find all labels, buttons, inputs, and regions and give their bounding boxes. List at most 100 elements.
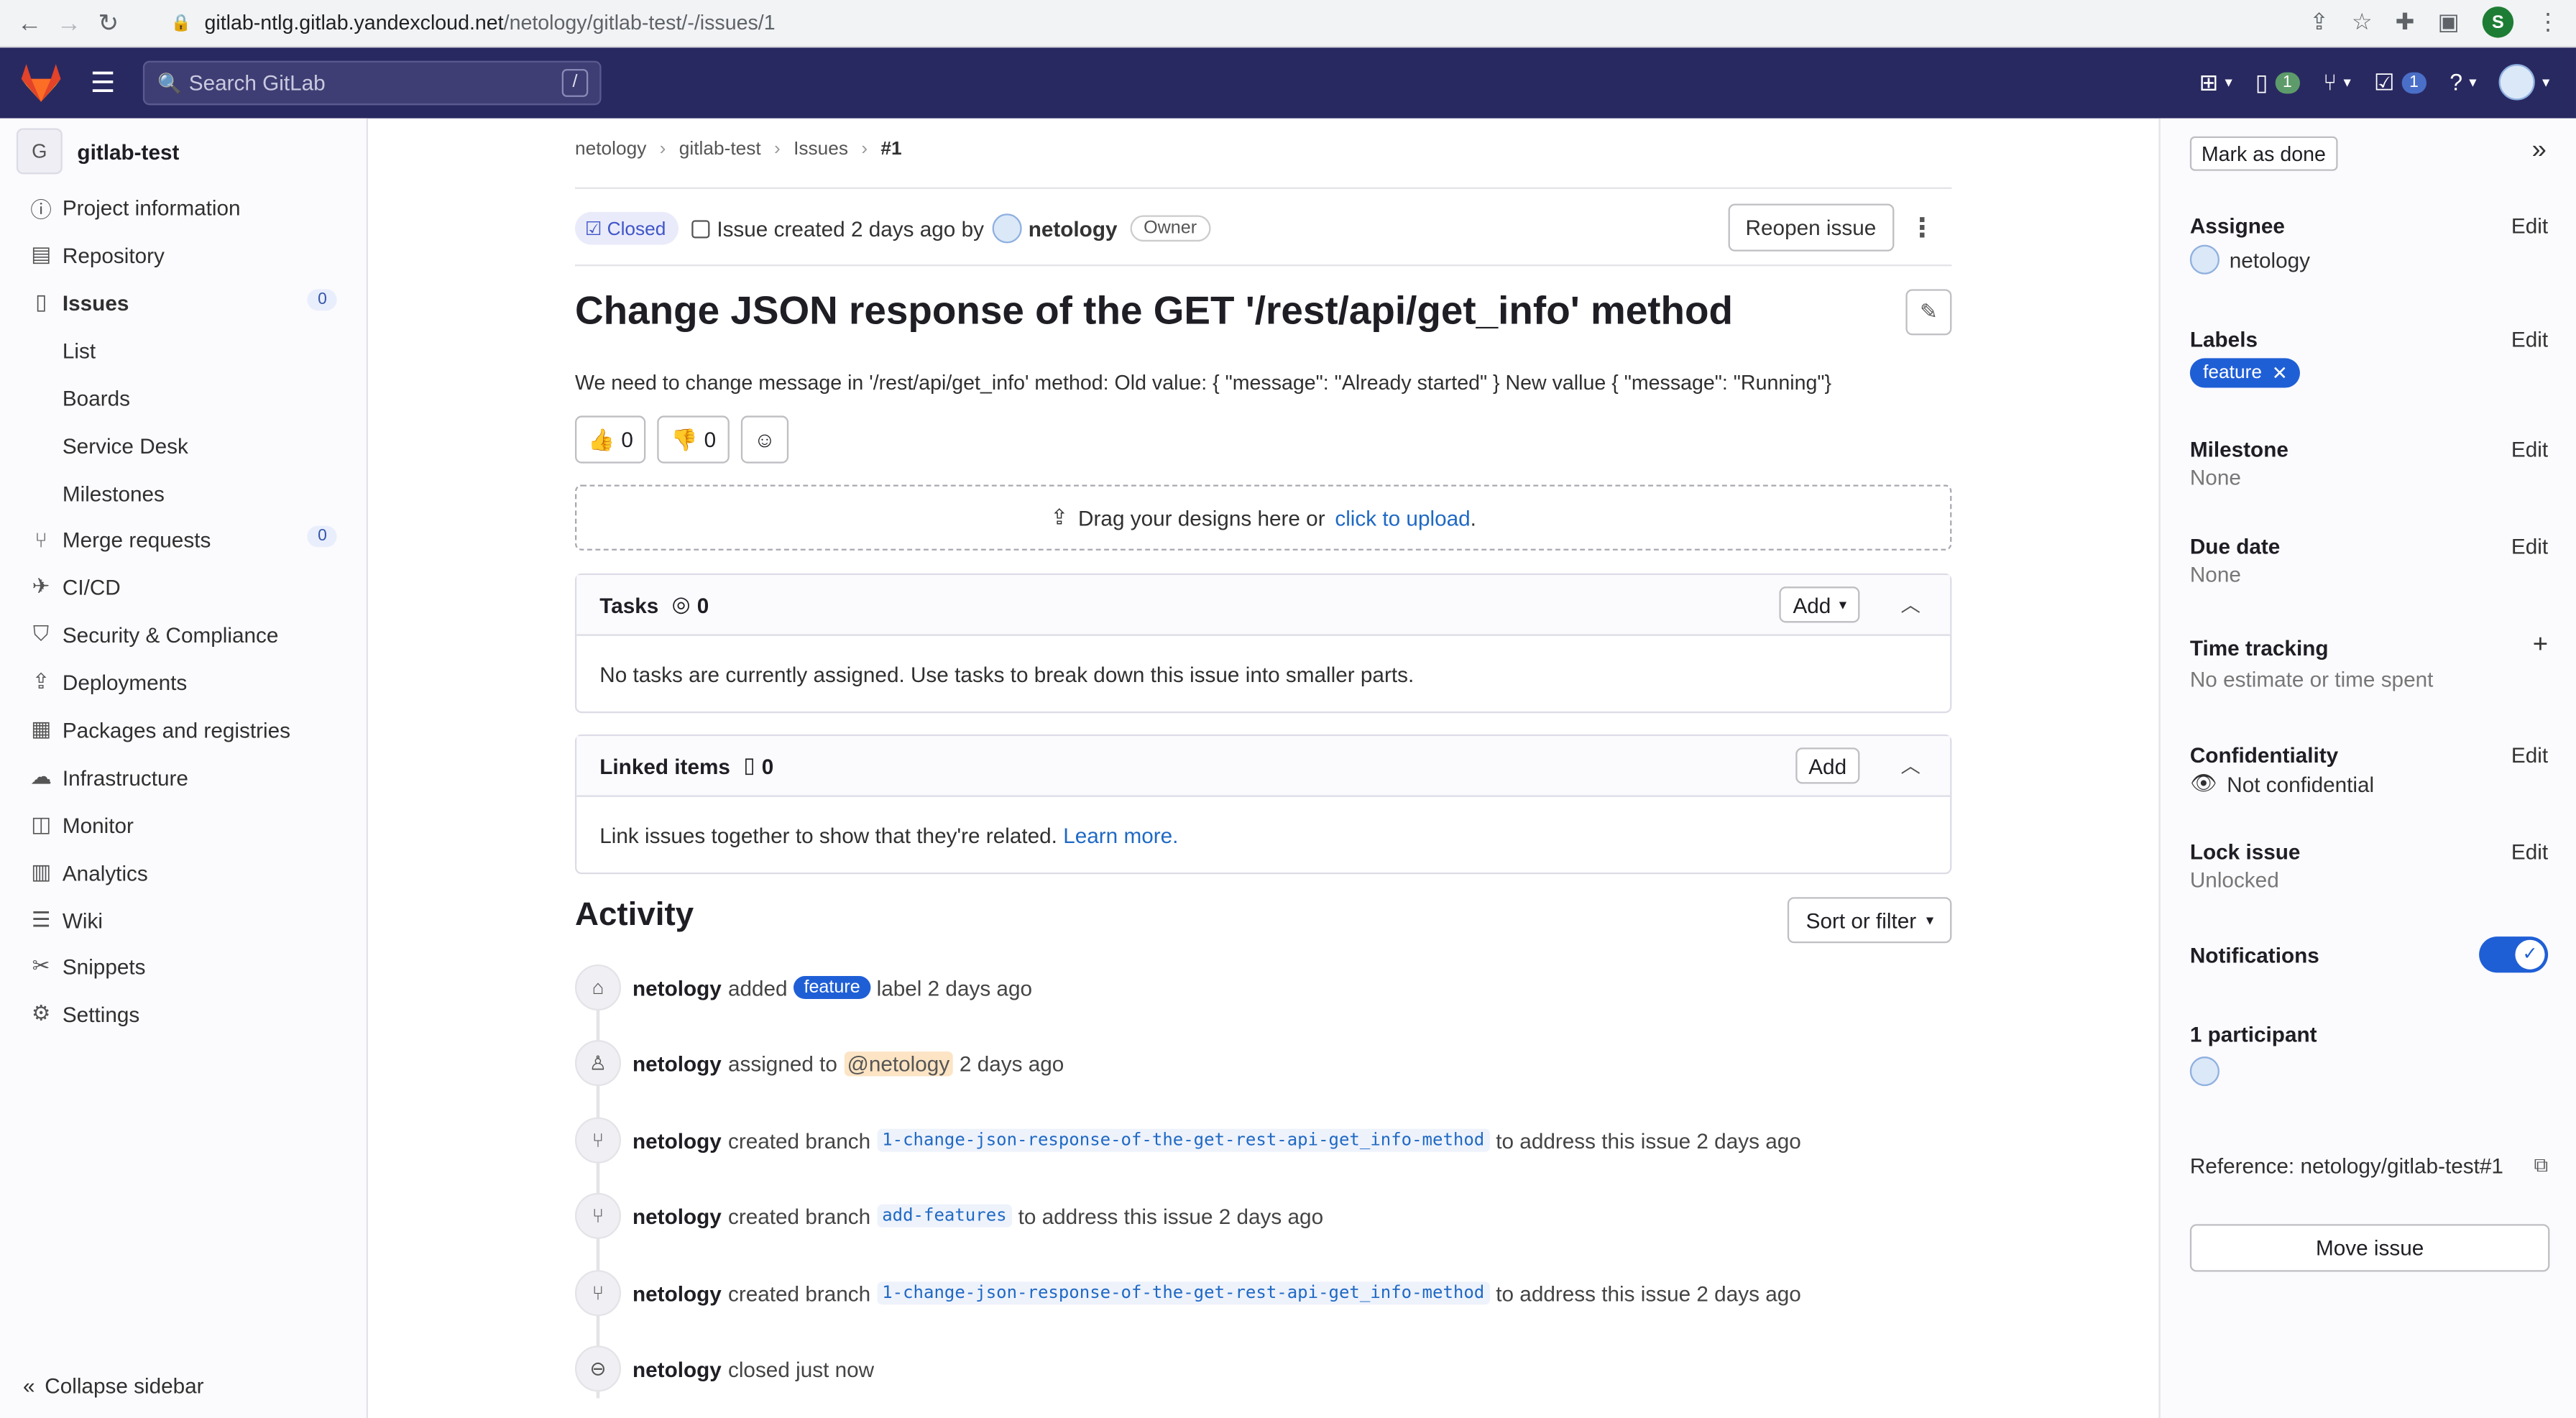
help-nav-button[interactable]: ? ▾ [2450,69,2476,96]
sidebar-item-settings[interactable]: ⚙ Settings [0,991,367,1037]
profile-avatar[interactable]: S [2482,6,2514,38]
activity-user[interactable]: netology [632,1356,722,1381]
hamburger-icon[interactable]: ☰ [91,68,116,101]
sidebar-item-milestones[interactable]: Milestones [0,470,367,516]
star-icon[interactable]: ☆ [2352,8,2373,36]
linked-items-card: Linked items ▯ 0 Add ︿ Link issues togeth… [574,734,1952,875]
sidebar-item-repository[interactable]: ▤ Repository [0,231,367,277]
create-new-button[interactable]: ⊞ ▾ [2199,68,2232,96]
user-mention[interactable]: @netology [844,1051,953,1076]
merge-requests-nav-button[interactable]: ⑂ ▾ [2323,69,2351,96]
mark-as-done-button[interactable]: Mark as done [2189,136,2337,171]
learn-more-link[interactable]: Learn more. [1063,822,1178,847]
edit-due-date-button[interactable]: Edit [2511,534,2548,558]
participant-avatar[interactable] [2189,1056,2220,1087]
branch-link[interactable]: 1-change-json-response-of-the-get-rest-a… [877,1281,1490,1305]
edit-confidentiality-button[interactable]: Edit [2511,742,2548,767]
edit-milestone-button[interactable]: Edit [2511,437,2548,461]
sidebar-item-monitor[interactable]: ◫ Monitor [0,802,367,848]
issues-nav-button[interactable]: ▯ 1 [2255,68,2301,96]
sidepanel-icon[interactable]: ▣ [2437,8,2459,36]
reopen-issue-button[interactable]: Reopen issue [1727,203,1895,252]
notifications-toggle[interactable] [2479,936,2549,973]
sort-filter-label: Sort or filter [1806,908,1917,933]
activity-user[interactable]: netology [632,1128,722,1152]
sidebar-item-ci-cd[interactable]: ✈ CI/CD [0,563,367,609]
sidebar-item-label: Issues [62,290,129,315]
extensions-icon[interactable]: ✚ [2396,8,2415,36]
breadcrumb-item[interactable]: Issues [794,139,848,159]
label-pill[interactable]: feature [794,976,870,1000]
breadcrumb-item[interactable]: gitlab-test [679,139,761,159]
todos-nav-button[interactable]: ☑ 1 [2374,68,2427,96]
deploy-icon: ⇪ [32,668,50,694]
sidebar-item-infrastructure[interactable]: ☁ Infrastructure [0,754,367,800]
sidebar-item-snippets[interactable]: ✂ Snippets [0,943,367,989]
add-time-icon[interactable]: + [2533,631,2548,660]
thumbs-up-button[interactable]: 👍 0 [574,415,647,464]
issue-status-row: ☑ Closed Issue created 2 days ago by net… [574,203,1951,253]
issues-count: 1 [2274,71,2301,93]
activity-user[interactable]: netology [632,1204,722,1228]
author-name[interactable]: netology [1029,216,1118,241]
sidebar-item-service-desk[interactable]: Service Desk [0,423,367,469]
add-linked-item-button[interactable]: Add [1795,747,1860,784]
collapse-sidebar-button[interactable]: « Collapse sidebar [23,1373,204,1398]
reload-icon[interactable]: ↻ [88,8,128,38]
sidebar-item-list[interactable]: List [0,327,367,373]
label-pill[interactable]: feature ✕ [2189,358,2301,388]
sidebar-item-security-compliance[interactable]: ⛉ Security & Compliance [0,611,367,657]
add-task-button[interactable]: Add ▾ [1780,586,1860,623]
breadcrumb-current[interactable]: #1 [880,139,901,159]
sort-filter-button[interactable]: Sort or filter ▾ [1788,897,1952,944]
edit-assignee-button[interactable]: Edit [2511,213,2548,238]
tag-icon: ⌂ [574,964,621,1011]
sidebar-item-issues[interactable]: ▯ Issues 0 [0,280,367,326]
gitlab-logo-icon[interactable] [19,63,62,103]
assignee-value[interactable]: netology [2189,244,2548,275]
copy-icon[interactable]: ⧉ [2534,1154,2549,1178]
search-input[interactable]: 🔍 Search GitLab / [142,60,602,106]
sidebar-item-deployments[interactable]: ⇪ Deployments [0,659,367,705]
forward-icon[interactable]: → [50,9,89,37]
author-avatar[interactable] [992,213,1022,244]
edit-labels-button[interactable]: Edit [2511,327,2548,351]
collapse-linked-icon[interactable]: ︿ [1901,751,1920,779]
more-actions-icon[interactable]: ⋮ [1909,212,1936,245]
upload-link[interactable]: click to upload. [1335,505,1476,530]
sidebar-item-packages-and-registries[interactable]: ▦ Packages and registries [0,706,367,752]
address-bar[interactable]: 🔒 gitlab-ntlg.gitlab.yandexcloud.net/net… [157,5,2375,41]
sidebar-item-boards[interactable]: Boards [0,374,367,420]
branch-link[interactable]: 1-change-json-response-of-the-get-rest-a… [877,1128,1490,1152]
breadcrumb-item[interactable]: netology [575,139,646,159]
user-menu-button[interactable]: ▾ [2499,64,2549,101]
move-issue-button[interactable]: Move issue [2189,1224,2550,1272]
back-icon[interactable]: ← [10,9,50,37]
activity-user[interactable]: netology [632,1051,722,1075]
add-reaction-button[interactable]: ☺ [740,415,789,464]
activity-user[interactable]: netology [632,975,722,1000]
sidebar-item-wiki[interactable]: ☰ Wiki [0,897,367,943]
project-header[interactable]: G gitlab-test [16,128,180,175]
design-dropzone[interactable]: ⇪ Drag your designs here or click to upl… [574,484,1952,551]
edit-lock-button[interactable]: Edit [2511,839,2548,864]
activity-item: ♙ netology assigned to @netology 2 days ago [574,1040,1064,1087]
issue-title: Change JSON response of the GET '/rest/a… [574,289,1734,334]
activity-text: created branch [727,1128,871,1153]
sidebar-item-label: Snippets [62,954,146,979]
sidebar-item-merge-requests[interactable]: ⑂ Merge requests 0 [0,516,367,562]
remove-label-icon[interactable]: ✕ [2272,362,2288,385]
collapse-right-sidebar-icon[interactable]: » [2531,137,2546,166]
thumbs-down-button[interactable]: 👎 0 [658,415,730,464]
menu-icon[interactable]: ⋮ [2536,8,2559,36]
collapse-tasks-icon[interactable]: ︿ [1901,590,1920,618]
branch-icon: ⑂ [574,1270,621,1317]
branch-link[interactable]: add-features [877,1204,1012,1228]
share-icon[interactable]: ⇪ [2309,8,2329,36]
divider [574,264,1952,267]
edit-title-button[interactable]: ✎ [1905,289,1952,336]
activity-user[interactable]: netology [632,1281,722,1305]
confidentiality-value: 👁 Not confidential [2190,770,2548,797]
sidebar-item-analytics[interactable]: ▥ Analytics [0,850,367,896]
sidebar-item-project-information[interactable]: ⓘ Project information [0,184,367,230]
